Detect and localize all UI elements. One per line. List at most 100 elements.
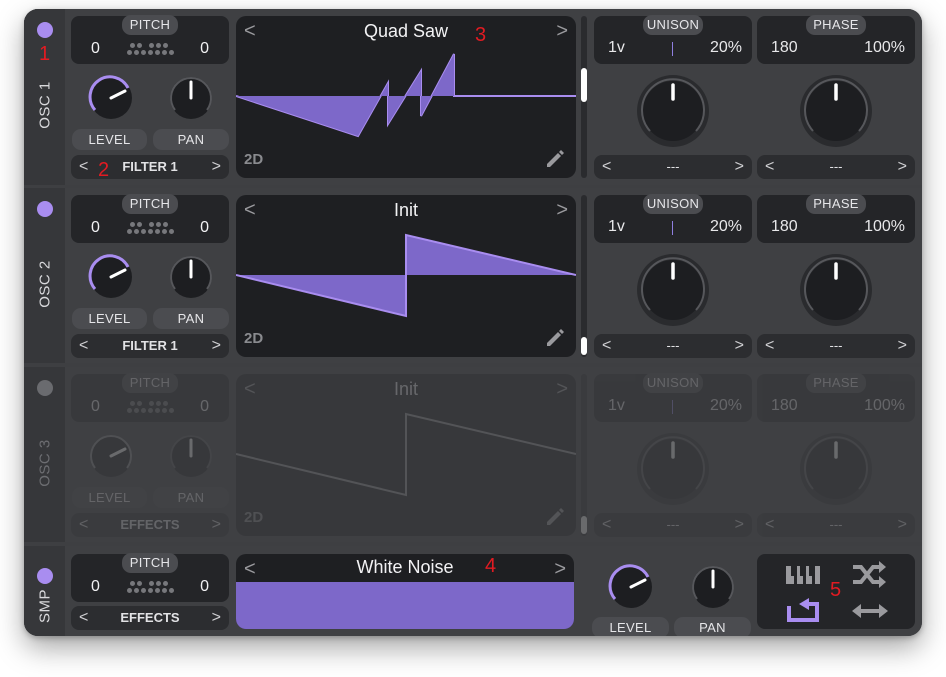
osc2-phase-random[interactable]: 100% [864, 218, 905, 236]
osc3-wavetable-scrollbar[interactable] [581, 374, 587, 536]
osc1-tune-value[interactable]: 0 [200, 40, 209, 58]
osc2-unison-mod-prev[interactable]: < [602, 334, 611, 358]
smp-destination-next[interactable]: > [212, 606, 221, 630]
osc3-pan-knob[interactable] [166, 431, 216, 481]
osc1-power-toggle[interactable] [37, 22, 53, 38]
osc2-phase-mod-selector[interactable]: < --- > [757, 334, 915, 358]
smp-pitch-box: PITCH 0 0 [71, 553, 229, 602]
shuffle-icon[interactable] [851, 560, 887, 590]
osc1-phase-knob[interactable] [798, 73, 874, 149]
osc2-pan-knob[interactable] [166, 252, 216, 302]
bounce-icon[interactable] [851, 600, 889, 622]
smp-transpose-value[interactable]: 0 [91, 578, 100, 596]
osc1-destination-value: FILTER 1 [122, 159, 178, 174]
osc1-wavetable-display[interactable]: < Quad Saw > 2D [236, 16, 576, 178]
osc3-phase-mod-selector[interactable]: < --- > [757, 513, 915, 537]
osc1-destination-selector[interactable]: < FILTER 1 > [71, 155, 229, 179]
smp-power-toggle[interactable] [37, 568, 53, 584]
pencil-icon[interactable] [544, 327, 566, 349]
osc3-power-toggle[interactable] [37, 380, 53, 396]
osc1-phase-box: PHASE 180 100% [757, 15, 915, 64]
osc1-destination-prev[interactable]: < [79, 155, 88, 179]
osc1-pan-knob[interactable] [166, 73, 216, 123]
osc2-unison-detune[interactable]: 20% [710, 218, 742, 236]
osc1-unison-mod-next[interactable]: > [735, 155, 744, 179]
osc1-destination-next[interactable]: > [212, 155, 221, 179]
osc2-phase-knob[interactable] [798, 252, 874, 328]
smp-sample-next[interactable]: > [554, 558, 566, 581]
osc3-unison-mod-prev[interactable]: < [602, 513, 611, 537]
osc3-transpose-value[interactable]: 0 [91, 398, 100, 416]
osc3-destination-next[interactable]: > [212, 513, 221, 537]
smp-sample-waveform [236, 582, 574, 629]
osc1-phase-random[interactable]: 100% [864, 39, 905, 57]
osc3-phase-value[interactable]: 180 [771, 397, 798, 415]
osc2-unison-mod-selector[interactable]: < --- > [594, 334, 752, 358]
osc1-unison-box: UNISON 1v 20% [594, 15, 752, 64]
osc3-phase-random[interactable]: 100% [864, 397, 905, 415]
osc1-phase-mod-prev[interactable]: < [765, 155, 774, 179]
osc2-scroll-thumb[interactable] [581, 337, 587, 355]
smp-sample-display[interactable]: < White Noise > [236, 554, 574, 629]
loop-icon[interactable] [785, 596, 821, 624]
pitch-keys-icon [127, 222, 174, 236]
osc1-phase-value[interactable]: 180 [771, 39, 798, 57]
osc2-tune-value[interactable]: 0 [200, 219, 209, 237]
smp-destination-prev[interactable]: < [79, 606, 88, 630]
osc2-transpose-value[interactable]: 0 [91, 219, 100, 237]
osc3-wavetable-display[interactable]: < Init > 2D [236, 374, 576, 536]
osc1-wavetable-scrollbar[interactable] [581, 16, 587, 178]
osc2-unison-voices[interactable]: 1v [608, 218, 625, 236]
osc2-destination-selector[interactable]: < FILTER 1 > [71, 334, 229, 358]
osc3-tune-value[interactable]: 0 [200, 398, 209, 416]
osc1-unison-detune[interactable]: 20% [710, 39, 742, 57]
osc1-unison-mod-prev[interactable]: < [602, 155, 611, 179]
pencil-icon[interactable] [544, 506, 566, 528]
osc1-unison-voices[interactable]: 1v [608, 39, 625, 57]
osc3-unison-mod-next[interactable]: > [735, 513, 744, 537]
osc3-unison-mod-selector[interactable]: < --- > [594, 513, 752, 537]
smp-tune-value[interactable]: 0 [200, 578, 209, 596]
osc1-unison-knob[interactable] [635, 73, 711, 149]
smp-sample-name[interactable]: White Noise [236, 557, 574, 578]
osc2-destination-next[interactable]: > [212, 334, 221, 358]
osc3-unison-knob[interactable] [635, 431, 711, 507]
osc3-unison-voices[interactable]: 1v [608, 397, 625, 415]
osc2-destination-value: FILTER 1 [122, 338, 178, 353]
osc1-level-knob[interactable] [86, 73, 136, 123]
osc3-destination-prev[interactable]: < [79, 513, 88, 537]
pencil-icon[interactable] [544, 148, 566, 170]
osc2-phase-mod-next[interactable]: > [898, 334, 907, 358]
unison-center-tick [672, 42, 673, 56]
osc2-level-knob[interactable] [86, 252, 136, 302]
smp-pan-knob[interactable] [688, 562, 738, 612]
osc3-scroll-thumb[interactable] [581, 516, 587, 534]
smp-pitch-label: PITCH [122, 553, 178, 573]
osc1-waveform [236, 53, 576, 138]
osc3-phase-mod-prev[interactable]: < [765, 513, 774, 537]
osc2-destination-prev[interactable]: < [79, 334, 88, 358]
smp-level-knob[interactable] [606, 562, 656, 612]
osc2-view-mode[interactable]: 2D [244, 330, 263, 347]
osc1-view-mode[interactable]: 2D [244, 151, 263, 168]
osc3-destination-selector[interactable]: < EFFECTS > [71, 513, 229, 537]
keyboard-icon[interactable] [785, 562, 821, 588]
osc2-wavetable-display[interactable]: < Init > 2D [236, 195, 576, 357]
osc2-phase-mod-prev[interactable]: < [765, 334, 774, 358]
smp-destination-selector[interactable]: < EFFECTS > [71, 606, 229, 630]
osc1-phase-mod-selector[interactable]: < --- > [757, 155, 915, 179]
osc2-phase-value[interactable]: 180 [771, 218, 798, 236]
osc1-scroll-thumb[interactable] [581, 68, 587, 102]
osc2-unison-mod-next[interactable]: > [735, 334, 744, 358]
osc1-transpose-value[interactable]: 0 [91, 40, 100, 58]
osc2-wavetable-scrollbar[interactable] [581, 195, 587, 357]
osc3-unison-detune[interactable]: 20% [710, 397, 742, 415]
osc1-phase-mod-next[interactable]: > [898, 155, 907, 179]
osc2-power-toggle[interactable] [37, 201, 53, 217]
osc3-view-mode[interactable]: 2D [244, 509, 263, 526]
osc2-unison-knob[interactable] [635, 252, 711, 328]
osc3-level-knob[interactable] [86, 431, 136, 481]
osc3-phase-mod-next[interactable]: > [898, 513, 907, 537]
osc3-phase-knob[interactable] [798, 431, 874, 507]
osc1-unison-mod-selector[interactable]: < --- > [594, 155, 752, 179]
